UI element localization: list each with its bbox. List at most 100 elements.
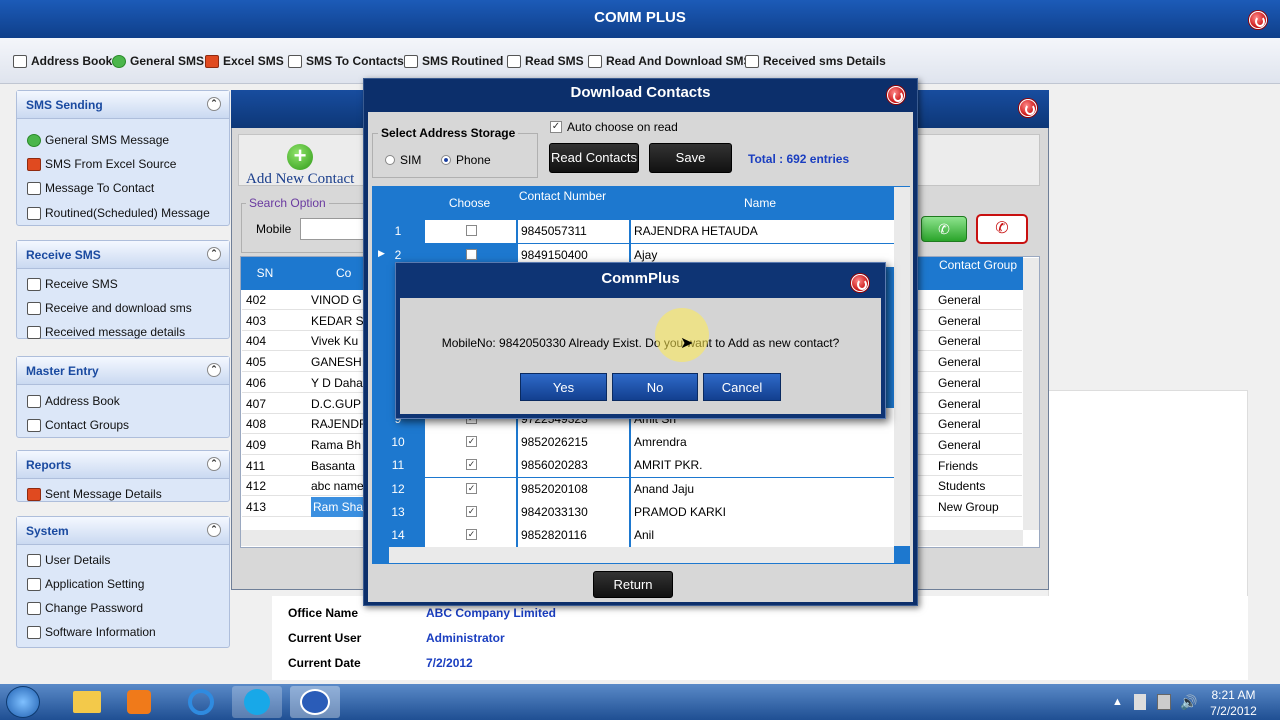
sidebar-item-sent-details[interactable]: Sent Message Details — [27, 487, 162, 501]
download-hscrollbar[interactable] — [389, 547, 894, 563]
cell-choose[interactable]: ✓ — [425, 524, 516, 547]
commplus-taskbar-icon[interactable] — [290, 686, 340, 718]
tray-arrow-icon[interactable]: ▲ — [1112, 696, 1123, 708]
col-sn[interactable]: SN — [241, 266, 289, 280]
confirm-message: MobileNo: 9842050330 Already Exist. Do y… — [441, 336, 840, 350]
choose-checkbox[interactable]: ✓ — [466, 529, 477, 540]
col-contact-name[interactable]: Co — [336, 266, 366, 280]
tray-volume-icon[interactable]: 🔊 — [1180, 694, 1197, 711]
toolbar-general-sms[interactable]: General SMS — [112, 54, 204, 68]
table-row[interactable]: 11 ✓ 9856020283 AMRIT PKR. — [373, 454, 894, 477]
collapse-icon[interactable]: ⌃ — [207, 97, 221, 111]
cell-choose[interactable]: ✓ — [425, 501, 516, 524]
sidebar-item-change-password[interactable]: Change Password — [27, 601, 143, 615]
toolbar-sms-routined[interactable]: SMS Routined — [404, 54, 503, 68]
sim-radio[interactable] — [385, 155, 395, 165]
sidebar-item-routined-message[interactable]: Routined(Scheduled) Message — [27, 206, 210, 220]
start-button-icon[interactable] — [6, 686, 40, 718]
toolbar-received-details[interactable]: Received sms Details — [745, 54, 886, 68]
sidebar-item-label: Software Information — [45, 625, 156, 639]
call-icon[interactable]: ✆ — [921, 216, 967, 242]
cell-choose[interactable]: ✓ — [425, 478, 516, 501]
section-header[interactable]: SMS Sending ⌃ — [17, 91, 229, 119]
choose-checkbox[interactable]: ✓ — [466, 483, 477, 494]
address-book-close-icon[interactable] — [1019, 99, 1037, 117]
download-close-icon[interactable] — [887, 86, 905, 104]
sidebar-item-message-to-contact[interactable]: Message To Contact — [27, 181, 154, 195]
media-player-icon[interactable] — [114, 686, 164, 718]
col-name[interactable]: Name — [631, 196, 889, 210]
table-row[interactable]: 13 ✓ 9842033130 PRAMOD KARKI — [373, 501, 894, 524]
section-header[interactable]: System ⌃ — [17, 517, 229, 545]
section-header[interactable]: Receive SMS ⌃ — [17, 241, 229, 269]
choose-checkbox[interactable]: ✓ — [466, 436, 477, 447]
sidebar-item-software-info[interactable]: Software Information — [27, 625, 156, 639]
toolbar-read-sms[interactable]: Read SMS — [507, 54, 584, 68]
cancel-button[interactable]: Cancel — [703, 373, 781, 401]
sidebar-item-address-book[interactable]: Address Book — [27, 394, 120, 408]
clock-time[interactable]: 8:21 AM — [1196, 688, 1271, 702]
choose-checkbox[interactable]: ✓ — [466, 459, 477, 470]
tray-battery-icon[interactable] — [1157, 694, 1171, 710]
add-contact-icon[interactable]: + — [287, 144, 313, 170]
read-contacts-button[interactable]: Read Contacts — [549, 143, 639, 173]
section-header[interactable]: Reports ⌃ — [17, 451, 229, 479]
cell-group: General — [938, 437, 981, 452]
col-choose[interactable]: Choose — [424, 196, 515, 210]
collapse-icon[interactable]: ⌃ — [207, 523, 221, 537]
table-row[interactable]: 10 ✓ 9852026215 Amrendra — [373, 431, 894, 454]
sidebar-item-receive-sms[interactable]: Receive SMS — [27, 277, 118, 291]
sidebar-item-general-sms[interactable]: General SMS Message — [27, 133, 169, 147]
clock-date[interactable]: 7/2/2012 — [1196, 704, 1271, 718]
internet-explorer-icon[interactable] — [176, 686, 226, 718]
sidebar-item-received-details[interactable]: Received message details — [27, 325, 185, 339]
mobile-search-input[interactable] — [300, 218, 365, 240]
collapse-icon[interactable]: ⌃ — [207, 457, 221, 471]
download-vscrollbar[interactable] — [894, 187, 910, 546]
return-button[interactable]: Return — [593, 571, 673, 598]
col-contact-group[interactable]: Contact Group — [934, 258, 1022, 272]
table-row[interactable]: 14 ✓ 9852820116 Anil — [373, 524, 894, 547]
choose-checkbox[interactable]: ✓ — [466, 506, 477, 517]
cell-sn: 402 — [246, 293, 267, 307]
skype-icon[interactable] — [232, 686, 282, 718]
collapse-icon[interactable]: ⌃ — [207, 247, 221, 261]
toolbar-excel-sms[interactable]: Excel SMS — [205, 54, 284, 68]
toolbar-sms-to-contacts[interactable]: SMS To Contacts — [288, 54, 404, 68]
add-new-contact-button[interactable]: Add New Contact — [246, 171, 354, 188]
cell-choose[interactable]: ✓ — [425, 454, 516, 477]
section-header[interactable]: Master Entry ⌃ — [17, 357, 229, 385]
table-row[interactable]: 1 9845057311 RAJENDRA HETAUDA — [373, 220, 894, 243]
cell-group: General — [938, 293, 981, 307]
no-button[interactable]: No — [612, 373, 698, 401]
col-contact-number[interactable]: Contact Number — [517, 189, 608, 203]
hangup-icon[interactable]: ✆ — [976, 214, 1028, 244]
save-button[interactable]: Save — [649, 143, 732, 173]
explorer-icon[interactable] — [62, 686, 112, 718]
table-row[interactable]: 12 ✓ 9852020108 Anand Jaju — [373, 478, 894, 501]
app-close-icon[interactable] — [1249, 11, 1267, 29]
sidebar-item-user-details[interactable]: User Details — [27, 553, 110, 567]
cell-choose[interactable] — [425, 220, 516, 243]
tray-network-icon[interactable] — [1134, 694, 1146, 710]
cell-choose[interactable]: ✓ — [425, 431, 516, 454]
auto-choose-checkbox[interactable]: ✓ — [550, 121, 562, 133]
contacts-vscrollbar[interactable] — [1023, 258, 1039, 530]
key-icon — [27, 601, 41, 615]
sidebar-section-master-entry: Master Entry ⌃ Address Book Contact Group… — [16, 356, 230, 438]
phone-radio[interactable] — [441, 155, 451, 165]
mobile-label: Mobile — [256, 222, 292, 236]
sidebar-item-receive-download[interactable]: Receive and download sms — [27, 301, 192, 315]
choose-checkbox[interactable] — [466, 225, 477, 236]
toolbar-read-download-sms[interactable]: Read And Download SMS — [588, 54, 752, 68]
choose-checkbox[interactable] — [466, 249, 477, 260]
yes-button[interactable]: Yes — [520, 373, 607, 401]
sidebar-item-app-setting[interactable]: Application Setting — [27, 577, 144, 591]
details-icon — [27, 325, 41, 339]
sidebar-item-contact-groups[interactable]: Contact Groups — [27, 418, 129, 432]
download-icon — [27, 301, 41, 315]
sidebar-item-excel-sms[interactable]: SMS From Excel Source — [27, 157, 176, 171]
collapse-icon[interactable]: ⌃ — [207, 363, 221, 377]
confirm-close-icon[interactable] — [851, 274, 869, 292]
toolbar-address-book[interactable]: Address Book — [13, 54, 112, 68]
